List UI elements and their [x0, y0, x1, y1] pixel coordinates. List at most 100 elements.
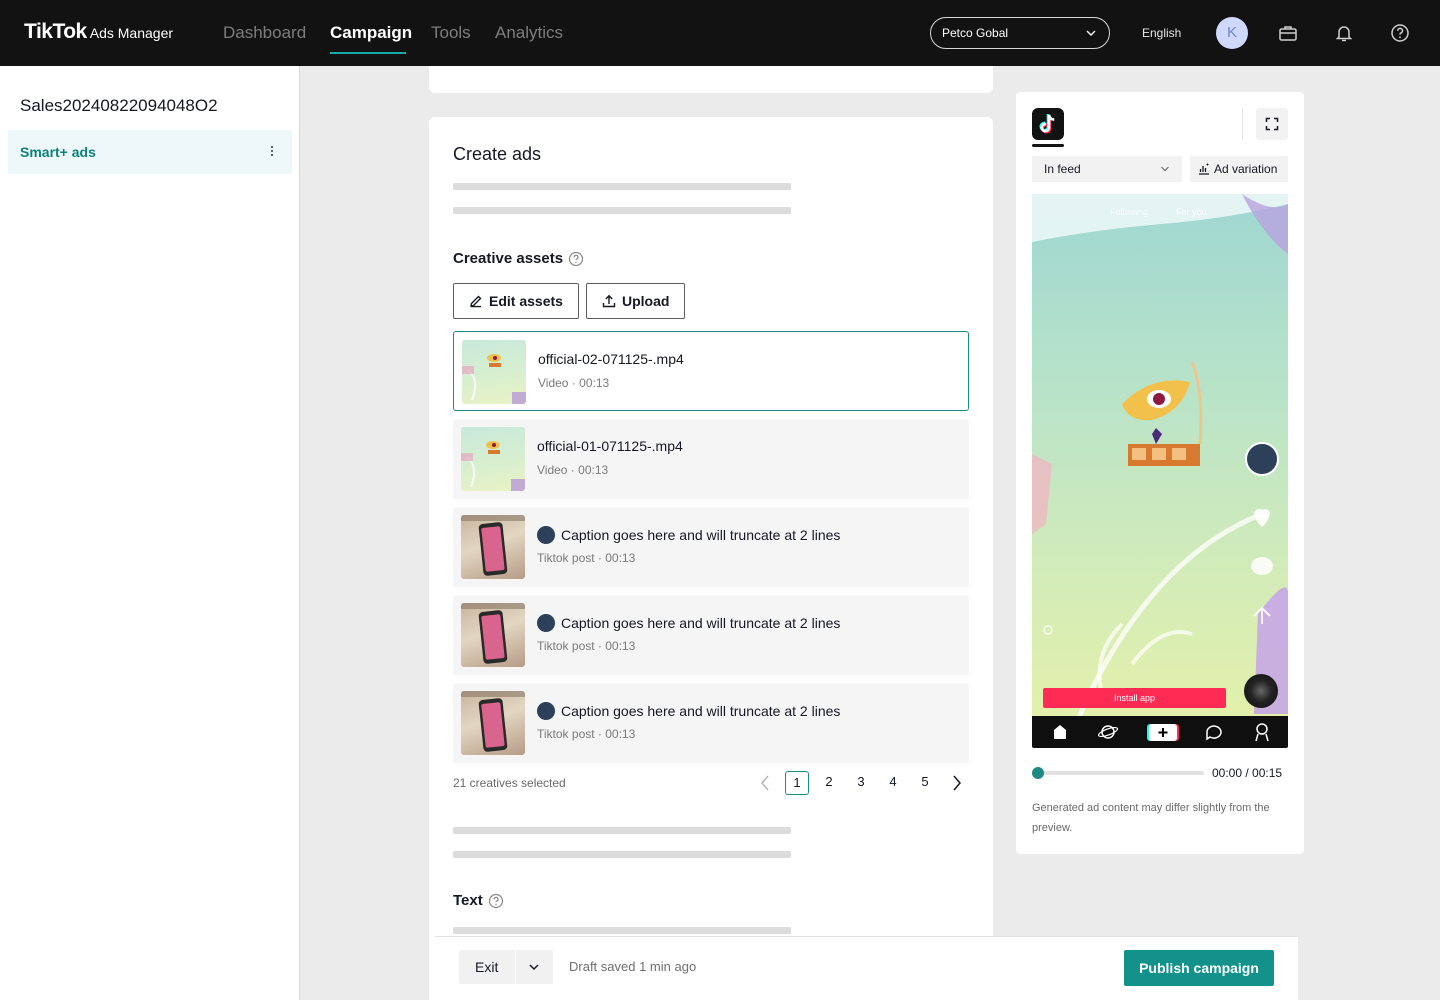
account-name: Petco Gobal	[942, 26, 1009, 40]
tiktok-ads-manager-logo[interactable]: TikTok Ads Manager	[24, 20, 173, 44]
upload-label: Upload	[622, 293, 670, 309]
creator-avatar	[537, 526, 555, 544]
playback-progress-bar[interactable]	[1038, 771, 1204, 775]
help-icon[interactable]	[488, 893, 504, 909]
text-heading: Text	[453, 892, 504, 909]
account-selector[interactable]: Petco Gobal	[930, 17, 1110, 49]
nav-tab-campaign[interactable]: Campaign	[330, 23, 412, 43]
chevron-down-icon	[1161, 166, 1169, 172]
asset-caption-text: Caption goes here and will truncate at 2…	[561, 703, 841, 719]
music-disc-icon	[1244, 674, 1278, 708]
creative-assets-title: Creative assets	[453, 250, 564, 267]
post-thumbnail	[461, 515, 525, 579]
nav-tab-dashboard[interactable]: Dashboard	[223, 23, 306, 43]
nav-tab-tools[interactable]: Tools	[431, 23, 471, 43]
home-icon	[1054, 725, 1066, 739]
creative-assets-heading: Creative assets	[453, 250, 584, 267]
placeholder-line	[453, 927, 791, 934]
placeholder-line	[453, 183, 791, 190]
exit-button[interactable]: Exit	[475, 959, 498, 975]
previous-section-card	[429, 66, 993, 93]
asset-meta: Tiktok post · 00:13	[537, 639, 636, 653]
language-selector[interactable]: English	[1142, 26, 1181, 40]
tiktok-placement-icon[interactable]	[1032, 108, 1064, 140]
discover-icon	[1097, 725, 1119, 739]
creative-asset-row[interactable]: Caption goes here and will truncate at 2…	[453, 683, 969, 763]
page-2-button[interactable]: 2	[817, 771, 841, 795]
chevron-left-icon[interactable]	[753, 771, 777, 795]
sidebar-item-smart-ads[interactable]: Smart+ ads	[8, 130, 292, 174]
nav-tab-analytics[interactable]: Analytics	[495, 23, 563, 43]
upload-button[interactable]: Upload	[586, 283, 686, 319]
profile-icon	[1255, 723, 1269, 742]
edit-assets-label: Edit assets	[489, 293, 563, 309]
create-ads-title: Create ads	[453, 144, 542, 164]
playback-scrubber[interactable]	[1032, 767, 1044, 779]
fullscreen-button[interactable]	[1256, 108, 1288, 140]
asset-meta: Tiktok post · 00:13	[537, 727, 636, 741]
chevron-down-icon[interactable]	[528, 962, 540, 972]
publish-campaign-button[interactable]: Publish campaign	[1124, 950, 1274, 986]
exit-split-button: Exit	[459, 950, 553, 984]
phone-preview: Following For you Install app	[1032, 194, 1288, 748]
inbox-icon	[1206, 725, 1222, 741]
preview-disclaimer: Generated ad content may differ slightly…	[1032, 802, 1270, 834]
creative-asset-row[interactable]: Caption goes here and will truncate at 2…	[453, 507, 969, 587]
asset-caption: Caption goes here and will truncate at 2…	[537, 702, 840, 720]
post-thumbnail	[461, 691, 525, 755]
asset-meta: Video · 00:13	[537, 463, 609, 477]
logo-product: Ads Manager	[89, 25, 174, 41]
ad-variation-button[interactable]: Ad variation	[1190, 156, 1288, 182]
divider	[515, 950, 516, 984]
placeholder-line	[453, 827, 791, 834]
creative-asset-row[interactable]: official-02-071125-.mp4 Video · 00:13	[453, 331, 969, 411]
chevron-right-icon[interactable]	[945, 771, 969, 795]
nav-active-indicator	[330, 52, 406, 54]
ad-preview-panel: In feed Ad variation Following For you I…	[1016, 92, 1304, 854]
playback-time: 00:00 / 00:15	[1212, 766, 1283, 780]
creative-asset-row[interactable]: official-01-071125-.mp4 Video · 00:13	[453, 419, 969, 499]
placeholder-line	[453, 207, 791, 214]
video-thumbnail	[461, 427, 525, 491]
video-thumbnail	[462, 340, 526, 404]
creative-asset-row[interactable]: Caption goes here and will truncate at 2…	[453, 595, 969, 675]
briefcase-icon[interactable]	[1278, 23, 1298, 43]
asset-caption-text: Caption goes here and will truncate at 2…	[561, 615, 841, 631]
top-navigation-bar: TikTok Ads Manager Dashboard Campaign To…	[0, 0, 1440, 66]
campaign-name: Sales20240822094048O2	[20, 96, 218, 115]
sidebar-item-label: Smart+ ads	[20, 144, 96, 160]
asset-meta: Tiktok post · 00:13	[537, 551, 636, 565]
page-1-button[interactable]: 1	[785, 771, 809, 795]
bell-icon[interactable]	[1334, 23, 1354, 43]
fullscreen-icon	[1265, 117, 1279, 131]
creatives-selected-count: 21 creatives selected	[453, 776, 566, 790]
edit-assets-button[interactable]: Edit assets	[453, 283, 579, 319]
draft-status: Draft saved 1 min ago	[569, 959, 697, 974]
page-5-button[interactable]: 5	[913, 771, 937, 795]
asset-name: official-01-071125-.mp4	[537, 438, 683, 454]
logo-brand: TikTok	[24, 20, 87, 43]
text-section-title: Text	[453, 892, 483, 909]
help-icon[interactable]	[568, 251, 584, 267]
post-thumbnail	[461, 603, 525, 667]
pencil-icon	[470, 295, 482, 308]
placement-dropdown[interactable]: In feed	[1032, 156, 1182, 182]
asset-caption: Caption goes here and will truncate at 2…	[537, 526, 840, 544]
placeholder-line	[453, 851, 791, 858]
creator-avatar	[537, 614, 555, 632]
user-avatar[interactable]: K	[1216, 17, 1248, 49]
phone-bottom-nav	[1032, 716, 1288, 748]
phone-tab-for-you: For you	[1176, 207, 1207, 217]
variation-icon	[1199, 163, 1209, 175]
upload-icon	[602, 294, 616, 308]
create-ads-card: Create ads Creative assets Edit assets U…	[429, 117, 993, 1000]
page-4-button[interactable]: 4	[881, 771, 905, 795]
page-3-button[interactable]: 3	[849, 771, 873, 795]
chevron-down-icon	[1086, 30, 1096, 36]
help-icon[interactable]	[1390, 23, 1410, 43]
more-options-icon[interactable]	[270, 144, 274, 158]
creator-avatar	[537, 702, 555, 720]
asset-meta: Video · 00:13	[538, 376, 610, 390]
asset-caption-text: Caption goes here and will truncate at 2…	[561, 527, 841, 543]
install-app-cta: Install app	[1043, 688, 1226, 708]
